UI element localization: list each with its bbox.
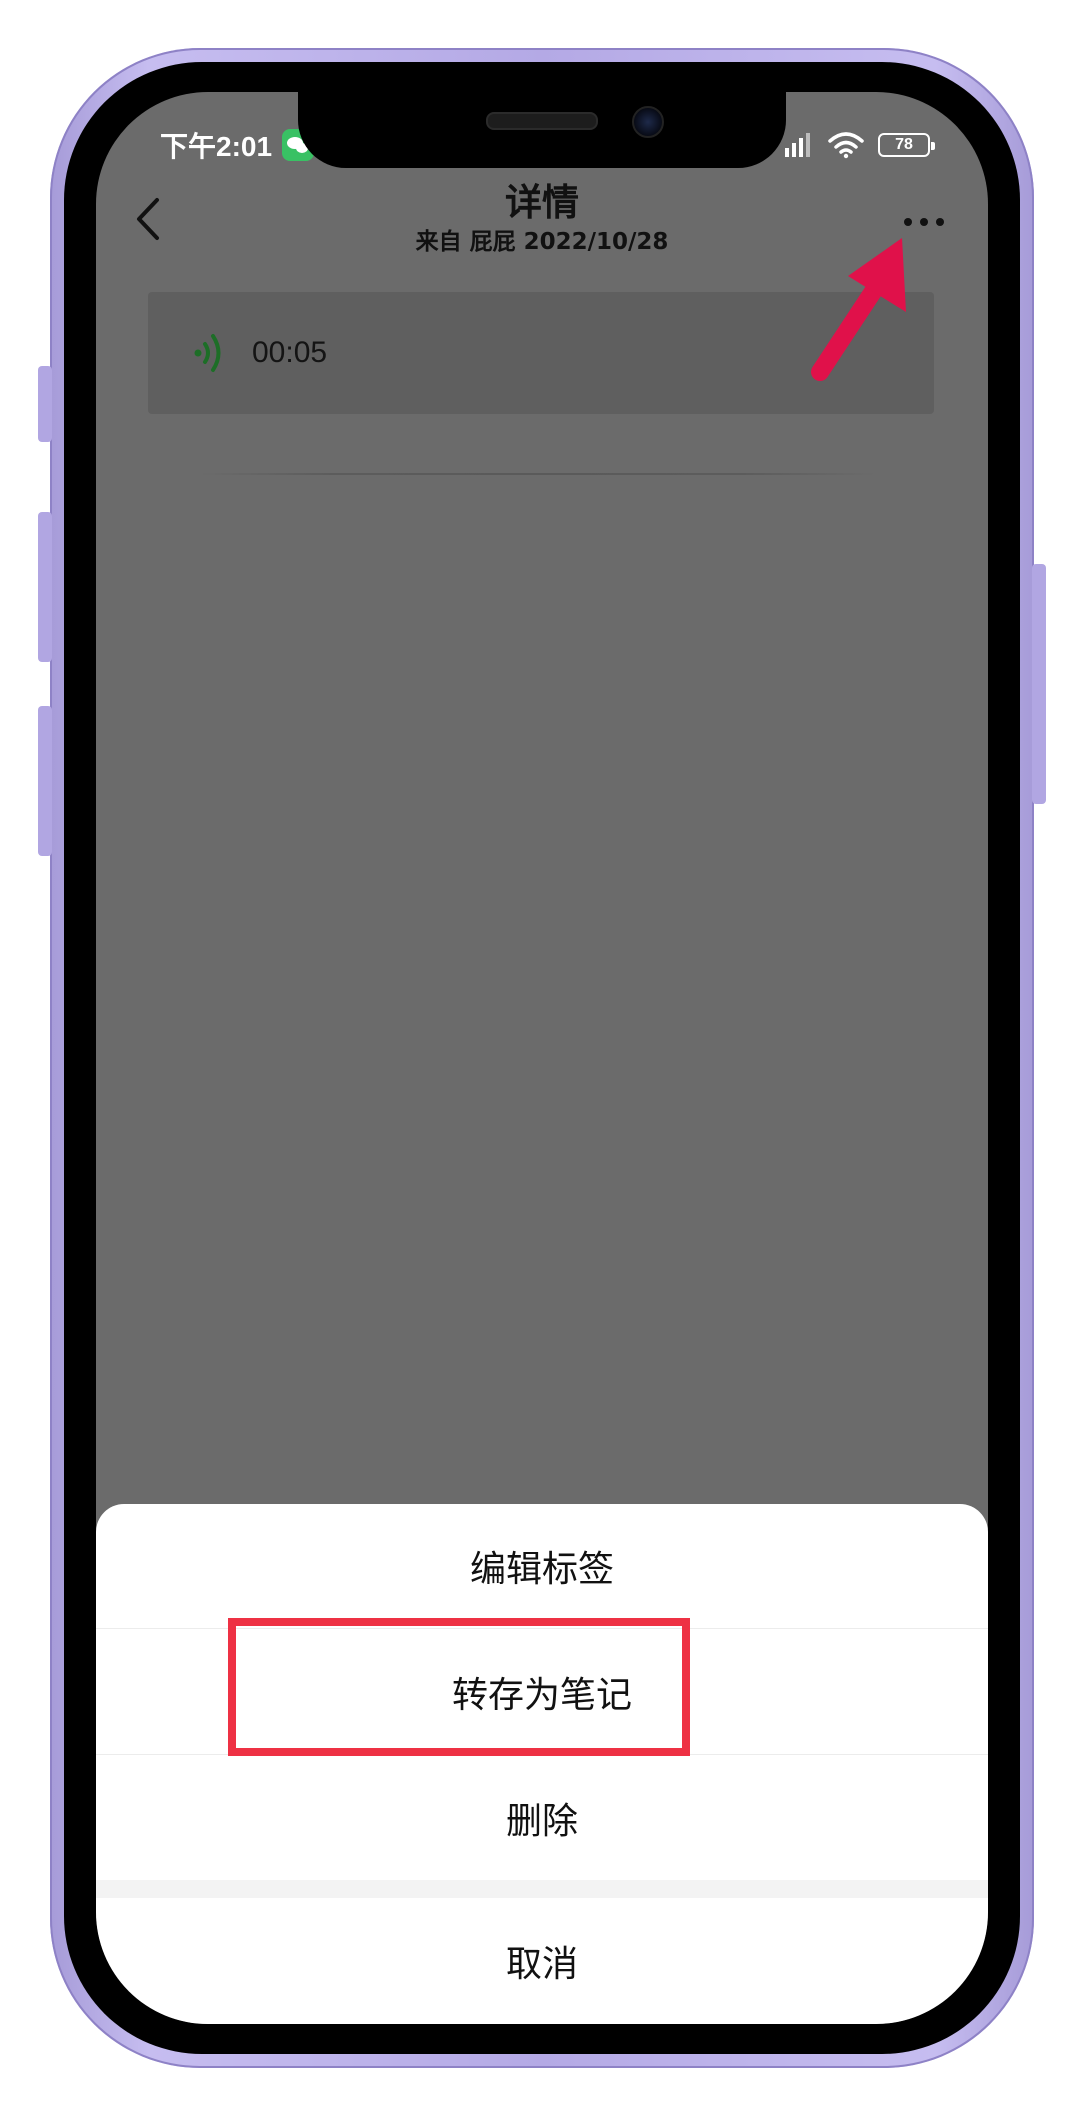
cancel-option[interactable]: 取消: [96, 1898, 988, 2024]
front-camera: [632, 106, 664, 138]
status-bar-left: 下午2:01: [160, 120, 315, 170]
voice-wave-icon: [194, 334, 221, 372]
wifi-icon: [828, 131, 864, 159]
more-dots-icon: [920, 218, 928, 226]
power-button: [1032, 564, 1046, 804]
signal-icon: [784, 132, 814, 158]
delete-option[interactable]: 删除: [96, 1756, 988, 1880]
battery-indicator: 78: [878, 133, 935, 157]
save-as-note-option[interactable]: 转存为笔记: [96, 1630, 988, 1754]
page-title: 详情: [505, 181, 579, 224]
screen: 下午2:01 78 详情 来自 屁屁 2022/10/28 00:05 编辑标签…: [96, 92, 988, 2024]
status-bar-right: 78: [784, 120, 935, 170]
action-sheet: 编辑标签 转存为笔记 删除 取消: [96, 1504, 988, 2024]
status-time: 下午2:01: [160, 131, 273, 162]
mute-switch: [38, 366, 52, 442]
notch: [298, 92, 786, 168]
sheet-gap: [96, 1880, 988, 1898]
sheet-divider: [96, 1628, 988, 1629]
annotation-arrow-icon: [811, 238, 906, 381]
content-divider: [200, 473, 876, 475]
voice-duration: 00:05: [252, 336, 328, 369]
more-dots-icon: [936, 218, 944, 226]
more-dots-icon: [904, 218, 912, 226]
volume-up-button: [38, 512, 52, 662]
sheet-divider: [96, 1754, 988, 1755]
edit-tags-option[interactable]: 编辑标签: [96, 1504, 988, 1628]
volume-down-button: [38, 706, 52, 856]
speaker-grille: [486, 112, 598, 130]
